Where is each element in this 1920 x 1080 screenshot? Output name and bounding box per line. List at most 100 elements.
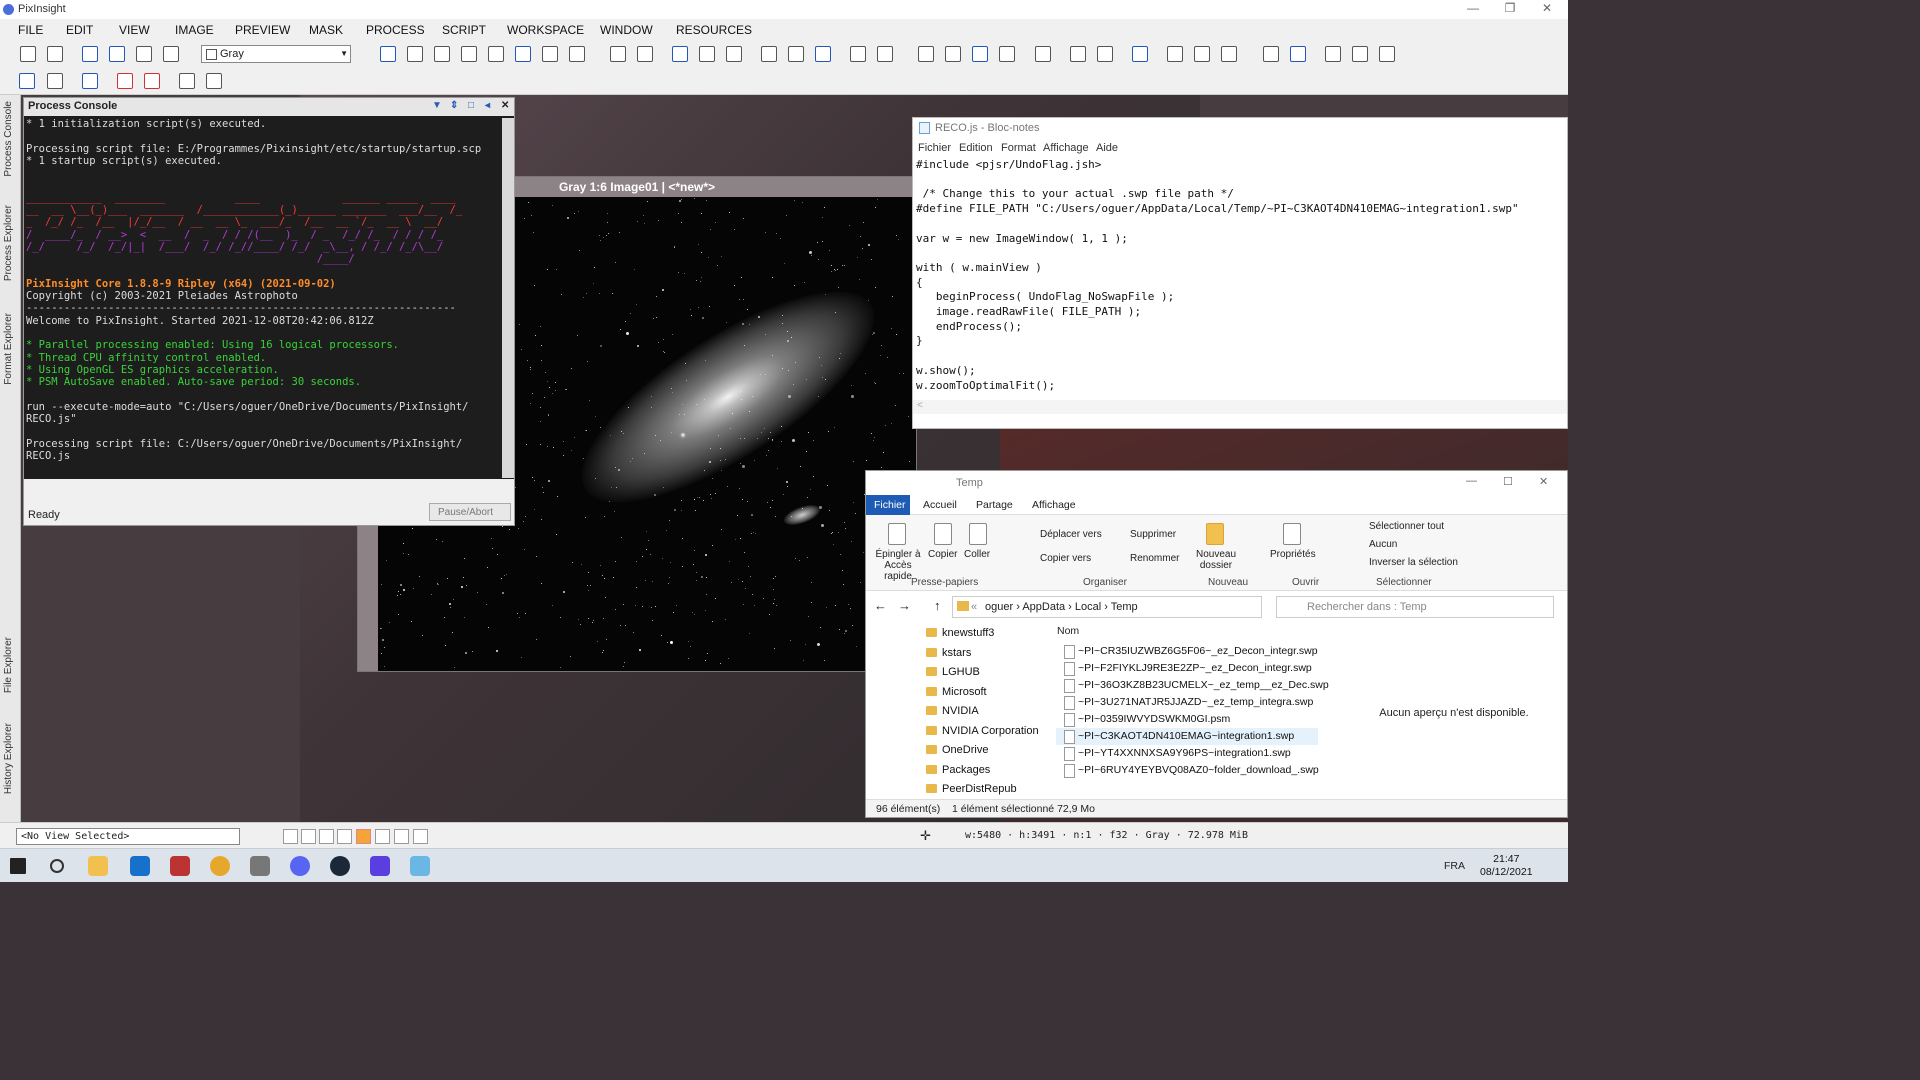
- swatch-7[interactable]: [394, 829, 409, 844]
- display-red2-icon[interactable]: [144, 73, 160, 89]
- tree-folder-item[interactable]: kstars: [926, 647, 971, 659]
- close-icon[interactable]: ✕: [1539, 475, 1548, 488]
- swatch-8[interactable]: [413, 829, 428, 844]
- toolbar-tool-icon[interactable]: [815, 46, 831, 62]
- toolbar-tool-icon[interactable]: [850, 46, 866, 62]
- notepad-menu-format[interactable]: Format: [1001, 142, 1036, 154]
- screen-icon[interactable]: [19, 73, 35, 89]
- file-row[interactable]: ~PI~C3KAOT4DN410EMAG~integration1.swp: [1056, 728, 1318, 745]
- toolbar-tool-icon[interactable]: [788, 46, 804, 62]
- tab-format-explorer[interactable]: Format Explorer: [3, 313, 14, 385]
- file-row[interactable]: ~PI~3U271NATJR5JJAZD~_ez_temp_integra.sw…: [1056, 694, 1318, 711]
- tab-fichier[interactable]: Fichier: [866, 495, 910, 515]
- maximize-icon[interactable]: ☐: [1503, 475, 1513, 488]
- notepad-editor[interactable]: #include <pjsr/UndoFlag.jsh> /* Change t…: [916, 158, 1566, 408]
- redo-icon[interactable]: [47, 46, 63, 62]
- up-icon[interactable]: ↑: [934, 598, 941, 613]
- swatch-2[interactable]: [301, 829, 316, 844]
- breadcrumb-local[interactable]: Local: [1075, 601, 1101, 613]
- breadcrumb-overflow[interactable]: «: [971, 601, 977, 613]
- steam-icon[interactable]: [330, 856, 350, 876]
- notepad-taskbar-icon[interactable]: [410, 856, 430, 876]
- open-icon[interactable]: [109, 46, 125, 62]
- chevron-down-icon[interactable]: ▼: [432, 100, 442, 111]
- tab-file-explorer[interactable]: File Explorer: [3, 637, 14, 693]
- toolbar-tool-icon[interactable]: [1097, 46, 1113, 62]
- toolbar-tool-icon[interactable]: [380, 46, 396, 62]
- breadcrumb-appdata[interactable]: AppData: [1022, 601, 1065, 613]
- console-scrollbar[interactable]: [502, 118, 514, 478]
- menu-image[interactable]: IMAGE: [175, 23, 214, 37]
- toolbar-tool-icon[interactable]: [1352, 46, 1368, 62]
- back-icon[interactable]: ←: [874, 598, 887, 613]
- toolbar-tool-icon[interactable]: [761, 46, 777, 62]
- invert-selection-button[interactable]: Inverser la sélection: [1369, 557, 1458, 568]
- search-icon[interactable]: [50, 859, 64, 873]
- tab-partage[interactable]: Partage: [976, 499, 1013, 511]
- paste-button[interactable]: Coller: [964, 549, 990, 560]
- new-image-icon[interactable]: [82, 46, 98, 62]
- notepad-menu-fichier[interactable]: Fichier: [918, 142, 951, 154]
- pixinsight-taskbar-icon[interactable]: [370, 856, 390, 876]
- toolbar-tool-icon[interactable]: [1167, 46, 1183, 62]
- swatch-6[interactable]: [375, 829, 390, 844]
- menu-window[interactable]: WINDOW: [600, 23, 653, 37]
- minimize-icon[interactable]: —: [1466, 475, 1477, 487]
- tab-process-explorer[interactable]: Process Explorer: [3, 205, 14, 281]
- tab-affichage[interactable]: Affichage: [1032, 499, 1076, 511]
- menu-mask[interactable]: MASK: [309, 23, 343, 37]
- tree-folder-item[interactable]: OneDrive: [926, 744, 988, 756]
- toolbar-tool-icon[interactable]: [1070, 46, 1086, 62]
- notepad-menu-affichage[interactable]: Affichage: [1043, 142, 1089, 154]
- tree-folder-item[interactable]: LGHUB: [926, 666, 980, 678]
- forward-icon[interactable]: →: [898, 598, 911, 613]
- toolbar-tool-icon[interactable]: [542, 46, 558, 62]
- view-list-select[interactable]: <No View Selected>: [16, 828, 240, 845]
- view-selector[interactable]: Gray ▼: [201, 45, 351, 63]
- new-folder-button[interactable]: Nouveau dossier: [1191, 549, 1241, 571]
- swatch-3[interactable]: [319, 829, 334, 844]
- toolbar-tool-icon[interactable]: [972, 46, 988, 62]
- restore-icon[interactable]: ❐: [1495, 1, 1525, 17]
- copy-button[interactable]: Copier: [928, 549, 957, 560]
- toolbar-tool-icon[interactable]: [672, 46, 688, 62]
- menu-view[interactable]: VIEW: [119, 23, 150, 37]
- menu-preview[interactable]: PREVIEW: [235, 23, 290, 37]
- toolbar-tool-icon[interactable]: [488, 46, 504, 62]
- tree-folder-item[interactable]: Microsoft: [926, 686, 987, 698]
- toolbar-tool-icon[interactable]: [461, 46, 477, 62]
- toolbar-tool-icon[interactable]: [699, 46, 715, 62]
- app2-taskbar-icon[interactable]: [250, 856, 270, 876]
- file-row[interactable]: ~PI~F2FIYKLJ9RE3E2ZP~_ez_Decon_integr.sw…: [1056, 660, 1318, 677]
- menu-script[interactable]: SCRIPT: [442, 23, 486, 37]
- toolbar-tool-icon[interactable]: [407, 46, 423, 62]
- notepad-hscroll[interactable]: <: [913, 400, 1567, 414]
- close-icon[interactable]: ✕: [501, 100, 509, 111]
- select-none-button[interactable]: Aucun: [1369, 539, 1397, 550]
- undo-icon[interactable]: [20, 46, 36, 62]
- toolbar-tool-icon[interactable]: [434, 46, 450, 62]
- toolbar-tool-icon[interactable]: [569, 46, 585, 62]
- discord-icon[interactable]: [290, 856, 310, 876]
- move-to-button[interactable]: Déplacer vers: [1040, 529, 1102, 540]
- language-indicator[interactable]: FRA: [1444, 860, 1465, 872]
- toolbar-tool-icon[interactable]: [1379, 46, 1395, 62]
- address-bar[interactable]: « oguer › AppData › Local › Temp: [952, 596, 1262, 618]
- swatch-1[interactable]: [283, 829, 298, 844]
- toolbar-tool-icon[interactable]: [637, 46, 653, 62]
- toolbar-tool-icon[interactable]: [1325, 46, 1341, 62]
- select-all-button[interactable]: Sélectionner tout: [1369, 521, 1444, 532]
- display-icon[interactable]: [82, 73, 98, 89]
- delete-button[interactable]: Supprimer: [1130, 529, 1176, 540]
- toolbar-tool-icon[interactable]: [945, 46, 961, 62]
- rename-button[interactable]: Renommer: [1130, 553, 1179, 564]
- app-taskbar-icon[interactable]: [170, 856, 190, 876]
- tab-accueil[interactable]: Accueil: [923, 499, 957, 511]
- swatch-5[interactable]: [356, 829, 371, 844]
- tab-history-explorer[interactable]: History Explorer: [3, 723, 14, 794]
- tree-folder-item[interactable]: NVIDIA Corporation: [926, 725, 1039, 737]
- file-row[interactable]: ~PI~6RUY4YEYBVQ08AZ0~folder_download_.sw…: [1056, 762, 1319, 779]
- search-input[interactable]: Rechercher dans : Temp: [1276, 596, 1554, 618]
- crosshair-icon[interactable]: ✛: [920, 828, 931, 844]
- menu-file[interactable]: FILE: [18, 23, 43, 37]
